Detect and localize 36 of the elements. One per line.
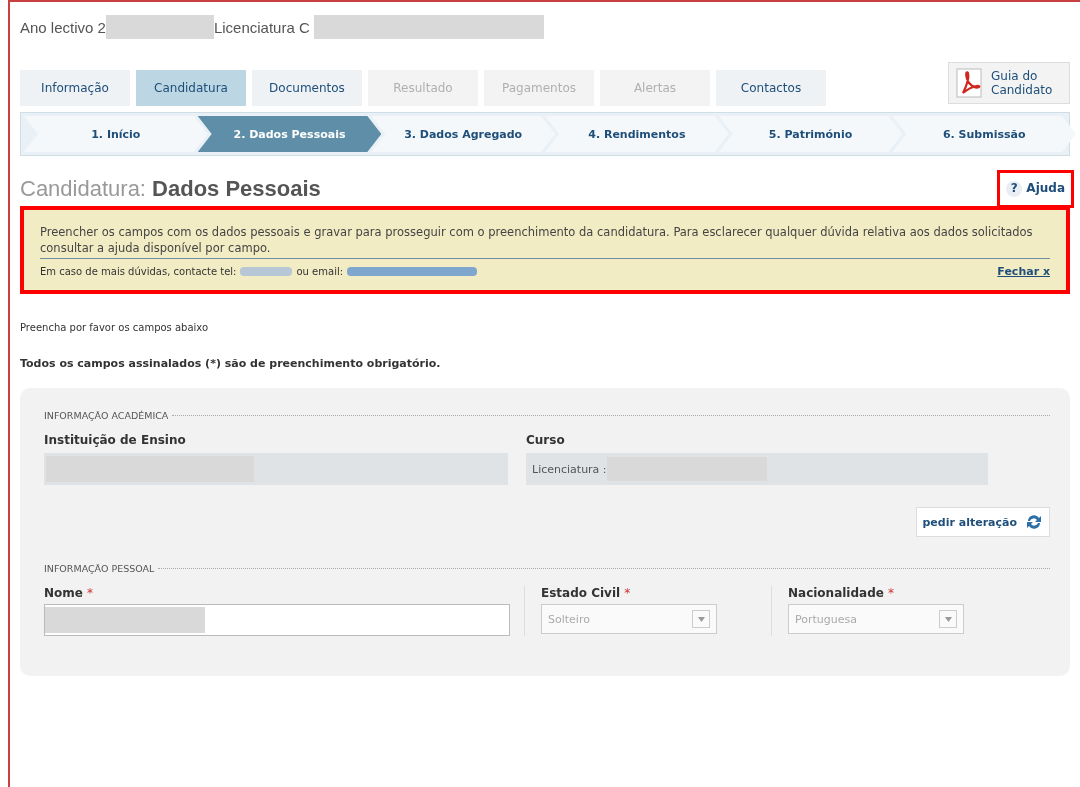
close-link[interactable]: Fechar x <box>997 265 1050 278</box>
change-request-button[interactable]: pedir alteração <box>915 507 1050 537</box>
field-label: Nome * <box>44 586 95 600</box>
help-button[interactable]: ? Ajuda <box>997 170 1074 208</box>
dropdown-icon <box>939 610 957 628</box>
field-label: Instituição de Ensino <box>44 433 187 447</box>
intro-text: Preencha por favor os campos abaixo <box>20 322 210 333</box>
dropdown-icon <box>692 610 710 628</box>
required-note: Todos os campos assinalados (*) são de preenchimento obrigatório. <box>20 357 442 370</box>
course-field: Licenciatura : <box>526 453 988 485</box>
name-field[interactable] <box>44 604 510 636</box>
section-legend: INFORMAÇÃO PESSOAL <box>44 563 155 574</box>
tab[interactable]: Contactos <box>716 70 826 106</box>
step[interactable]: 4. Rendimentos <box>545 116 729 152</box>
redaction-block <box>240 267 293 276</box>
field-label: Estado Civil * <box>541 586 632 600</box>
step[interactable]: 5. Património <box>718 116 903 152</box>
page-title: Candidatura: Dados Pessoais <box>20 176 321 202</box>
tab[interactable]: Candidatura <box>136 70 246 106</box>
email-label: ou email: <box>296 266 344 277</box>
contact-text: Em caso de mais dúvidas, contacte tel: <box>40 266 237 277</box>
pdf-icon <box>955 67 985 99</box>
step[interactable]: 6. Submissão <box>892 116 1077 152</box>
field-label: Curso <box>526 433 566 447</box>
section-legend: INFORMAÇÃO ACADÉMICA <box>44 410 169 421</box>
info-text: Preencher os campos com os dados pessoais e gravar para prosseguir com o preenchimento da candidatura. Para esclarecer qualquer dúvida relativa aos dados solicitados consultar a ajuda disponível por campo. <box>40 224 1050 259</box>
guide-button[interactable]: Guia do Candidato <box>948 62 1070 104</box>
refresh-icon <box>1025 513 1043 531</box>
year-label: Ano lectivo 2 <box>20 18 106 36</box>
tab[interactable]: Documentos <box>252 70 362 106</box>
step[interactable]: 1. Início <box>24 116 208 152</box>
step[interactable]: 2. Dados Pessoais <box>197 116 382 152</box>
course-label: Licenciatura C <box>213 18 310 36</box>
step[interactable]: 3. Dados Agregado <box>371 116 555 152</box>
tab[interactable]: Informação <box>20 70 130 106</box>
field-label: Nacionalidade * <box>788 586 896 600</box>
